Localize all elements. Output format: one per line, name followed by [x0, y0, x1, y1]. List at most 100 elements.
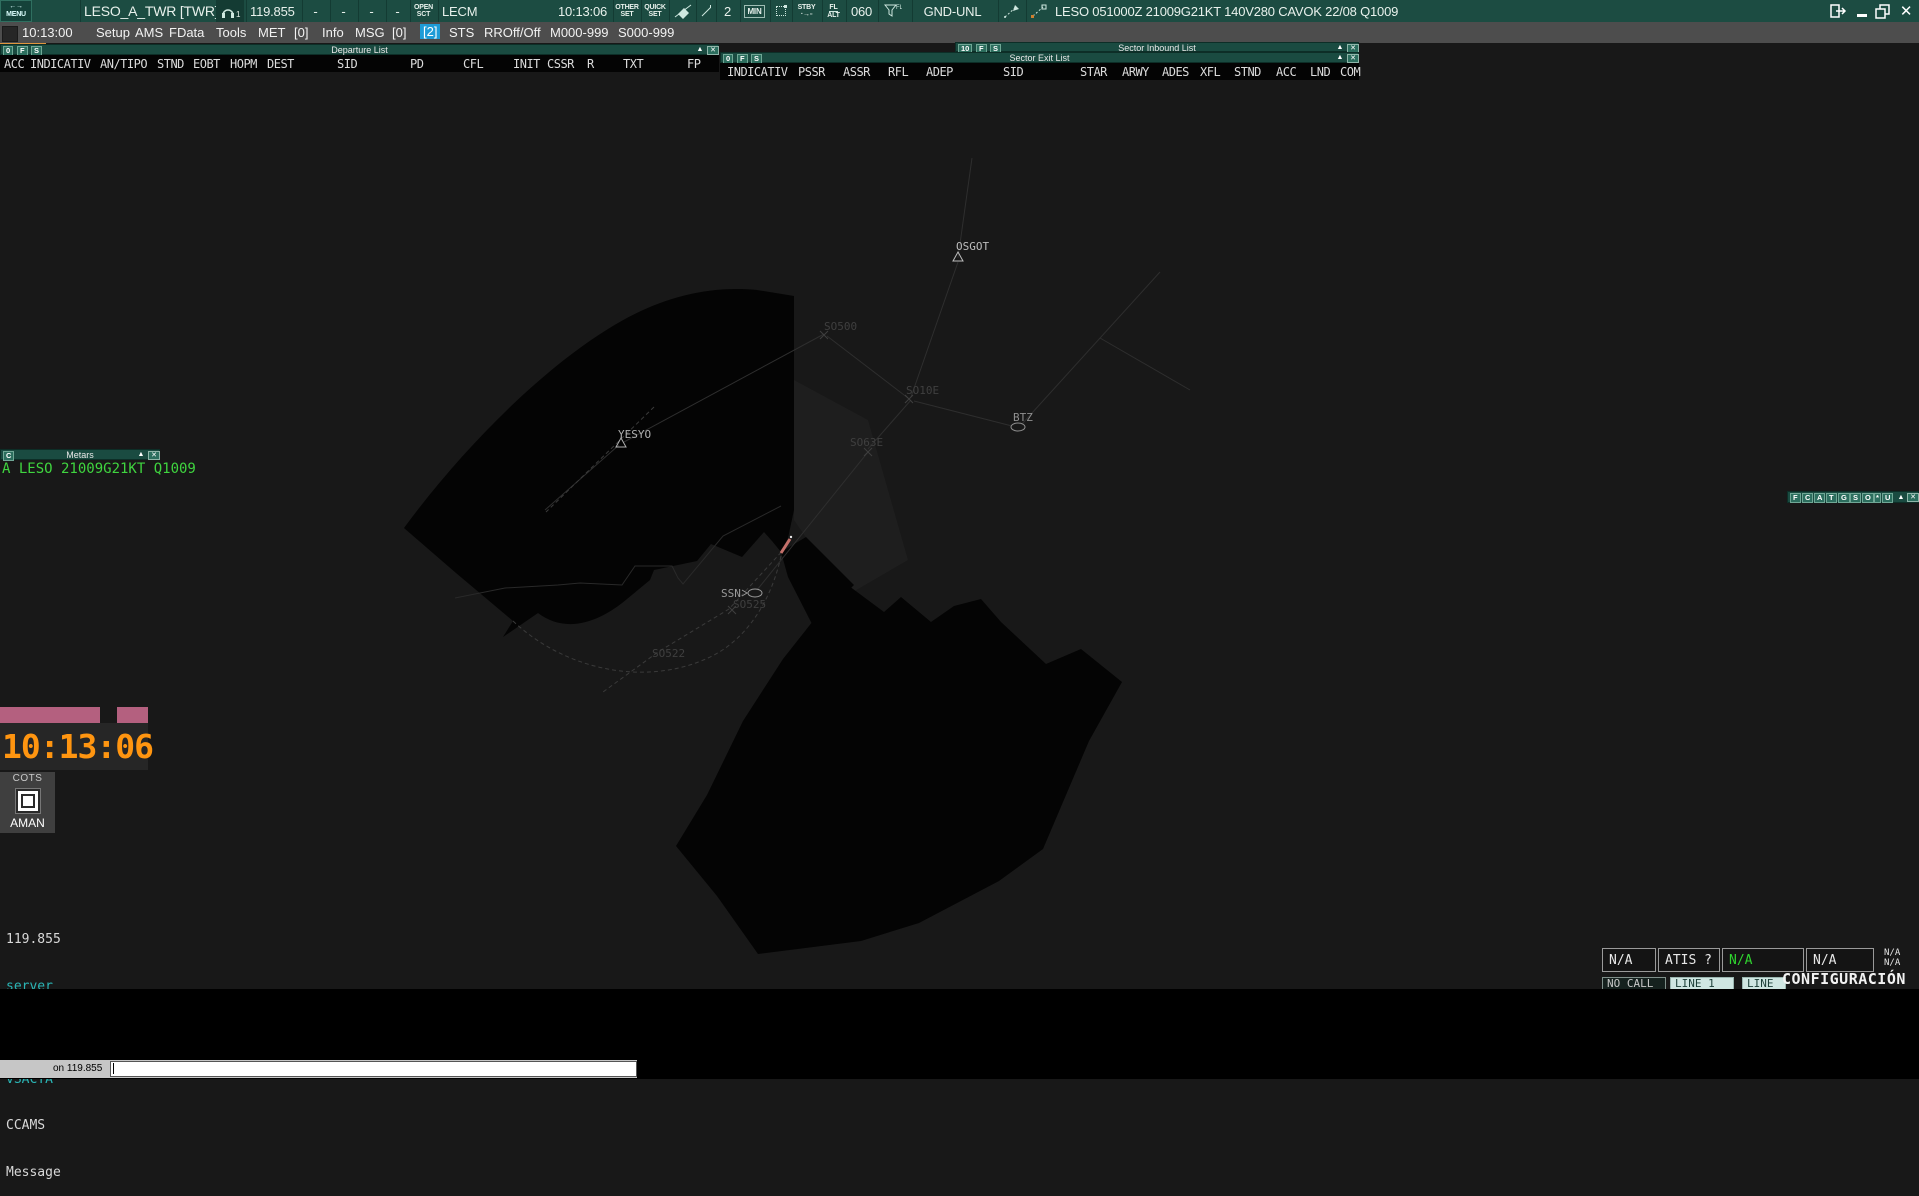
na-button-green[interactable]: N/A [1722, 948, 1804, 972]
atis-button[interactable]: ATIS ? [1658, 948, 1720, 972]
open-sct-button[interactable]: OPEN SCT [410, 0, 436, 22]
eraser-button[interactable] [669, 0, 695, 22]
exit-button[interactable] [1827, 0, 1849, 22]
measure-heading-button[interactable] [1026, 0, 1050, 22]
menubar-clock: 10:13:00 [22, 25, 73, 40]
menu-button-label: MENU [6, 11, 26, 19]
draw-line-button[interactable] [696, 0, 714, 22]
freq-slot-2[interactable]: - [330, 0, 356, 22]
departure-list-title: Departure List [1, 45, 718, 55]
waypoint-label-osgot: OSGOT [956, 240, 989, 253]
sector-inbound-collapse-icon[interactable]: ▲ [1335, 43, 1345, 52]
headset-button[interactable]: 1 [216, 0, 244, 22]
menu-button[interactable]: ←→ MENU [0, 0, 32, 22]
svg-text:FL: FL [896, 5, 902, 11]
stby-filter-button[interactable]: STBY ·→▫ [792, 0, 820, 22]
na-button-1[interactable]: N/A [1602, 948, 1656, 972]
status-line: Message [6, 1165, 84, 1181]
na-small-bottom: N/A [1884, 959, 1900, 968]
departure-list-titlebar[interactable]: 0 F S Departure List ▲ ✕ [0, 44, 719, 55]
sector-inbound-list-titlebar[interactable]: 10 F S Sector Inbound List ▲ ✕ [955, 42, 1359, 52]
freq-slot-1[interactable]: - [302, 0, 328, 22]
measure-distance-button[interactable] [998, 0, 1024, 22]
sector-exit-close-icon[interactable]: ✕ [1347, 54, 1359, 63]
aman-label: AMAN [0, 816, 55, 830]
sector-exit-collapse-icon[interactable]: ▲ [1335, 53, 1345, 62]
freq-slot-3[interactable]: - [358, 0, 384, 22]
tag-filter-star[interactable]: * [1874, 493, 1881, 503]
tag-filter-s[interactable]: S [1850, 493, 1861, 503]
tag-filter-c[interactable]: C [1802, 493, 1813, 503]
menu-item-msg[interactable]: MSG [355, 25, 385, 40]
menu-item-msg-count-highlighted[interactable]: [2] [420, 24, 440, 39]
signal-bar-left [0, 707, 100, 723]
min-button[interactable]: MIN [740, 0, 768, 22]
radar-canvas[interactable]: OSGOT SO500 SO10E BTZ SO63E YESYO SSN SO… [0, 0, 1919, 1079]
metars-titlebar[interactable]: C Metars ▲ ✕ [0, 449, 160, 460]
fl-alt-toggle[interactable]: FL ALT [822, 0, 844, 22]
menu-item-fdata[interactable]: FData [169, 25, 204, 40]
station-callsign[interactable]: LESO_A_TWR [TWR] [80, 0, 215, 22]
tag-filter-u[interactable]: U [1882, 493, 1893, 503]
menu-item-msg-count[interactable]: [0] [392, 25, 406, 40]
metars-close-icon[interactable]: ✕ [148, 451, 160, 460]
range-value[interactable]: 2 [716, 0, 738, 22]
primary-frequency[interactable]: 119.855 [246, 0, 300, 22]
freq-slot-4[interactable]: - [386, 0, 408, 22]
aman-square-icon [18, 791, 38, 811]
aman-button[interactable] [15, 788, 41, 814]
waypoint-label-so10e: SO10E [906, 384, 939, 397]
dotted-square-icon [776, 6, 786, 16]
menu-item-setup[interactable]: Setup [96, 25, 130, 40]
quick-set-button[interactable]: QUICK SET [641, 0, 668, 22]
minimize-button[interactable] [1851, 0, 1873, 22]
menu-item-met[interactable]: MET [258, 25, 285, 40]
sector-fill-diamond [676, 586, 1122, 954]
tag-filter-f[interactable]: F [1790, 493, 1801, 503]
tag-filter-toolbar: F C A T G S O * U ▲ ✕ [1787, 491, 1919, 503]
departure-list-close-icon[interactable]: ✕ [707, 46, 719, 55]
departure-list-headers: ACC INDICATIV AN/TIPO STND EOBT HOPM DES… [0, 55, 719, 72]
sector-exit-list-headers: INDICATIV PSSR ASSR RFL ADEP SID STAR AR… [720, 63, 1359, 80]
configuracion-label: CONFIGURACIÓN [1782, 970, 1906, 988]
na-button-2[interactable]: N/A [1806, 948, 1874, 972]
vsacta-bottom-panel: N/A ATIS ? N/A N/A N/A N/A NO CALL LINE … [1600, 946, 1919, 990]
titlebar-metar: LESO 051000Z 21009G21KT 140V280 CAVOK 22… [1052, 0, 1401, 22]
sector-exit-list-titlebar[interactable]: 0 F S Sector Exit List ▲ ✕ [720, 52, 1359, 63]
menu-item-tools[interactable]: Tools [216, 25, 246, 40]
waypoint-label-btz: BTZ [1013, 411, 1033, 424]
tag-filter-a[interactable]: A [1814, 493, 1825, 503]
menu-item-sts[interactable]: STS [449, 25, 474, 40]
vertical-filter-range[interactable]: GND-UNL [912, 0, 992, 22]
vor-symbol-btz [1011, 423, 1025, 431]
tag-filter-g[interactable]: G [1838, 493, 1850, 503]
min-label: MIN [744, 5, 764, 18]
menubar-status-square[interactable] [2, 26, 18, 42]
altitude-filter-value[interactable]: 060 [846, 0, 876, 22]
other-set-button[interactable]: OTHER SET [613, 0, 640, 22]
restore-button[interactable] [1872, 0, 1894, 22]
metars-collapse-icon[interactable]: ▲ [136, 450, 146, 459]
tag-filter-o[interactable]: O [1862, 493, 1874, 503]
titlebar: ←→ MENU VATSIM LESO_A_TWR [TWR] 1 119.85… [0, 0, 1919, 23]
tag-filter-t[interactable]: T [1826, 493, 1837, 503]
filter-button[interactable]: FL [878, 0, 906, 22]
menu-item-s-range[interactable]: S000-999 [618, 25, 674, 40]
funnel-icon: FL [884, 3, 902, 19]
sector-file-name[interactable]: LECM [438, 0, 498, 22]
menu-item-rroff[interactable]: RROff/Off [484, 25, 541, 40]
tag-toolbar-collapse-icon[interactable]: ▲ [1896, 493, 1906, 502]
menu-item-info[interactable]: Info [322, 25, 344, 40]
close-button[interactable]: ✕ [1895, 0, 1917, 22]
menu-item-met-count[interactable]: [0] [294, 25, 308, 40]
menu-item-ams[interactable]: AMS [135, 25, 163, 40]
command-input[interactable] [110, 1061, 637, 1077]
sector-exit-list-title: Sector Exit List [721, 53, 1358, 63]
menu-item-m-range[interactable]: M000-999 [550, 25, 609, 40]
na-small-top: N/A [1884, 949, 1900, 958]
measure-heading-icon [1030, 4, 1047, 19]
departure-list-collapse-icon[interactable]: ▲ [695, 45, 705, 54]
status-line: CCAMS [6, 1118, 84, 1134]
dotted-region-button[interactable] [770, 0, 790, 22]
tag-toolbar-close-icon[interactable]: ✕ [1907, 493, 1919, 502]
